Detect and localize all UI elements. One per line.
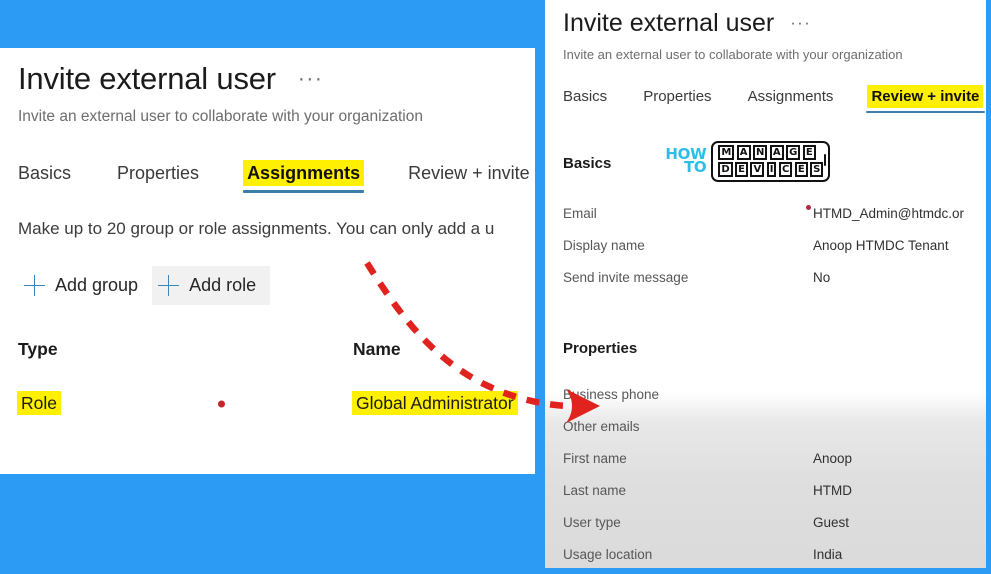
tab-assignments[interactable]: Assignments	[243, 162, 365, 194]
field-row-other-emails: Other emails	[563, 411, 986, 443]
field-value-usage-location: India	[813, 547, 843, 562]
logo-letter: D	[718, 161, 733, 177]
field-label-usage-location: Usage location	[563, 547, 653, 562]
field-row-display-name: Display name Anoop HTMDC Tenant	[563, 230, 986, 262]
add-role-button[interactable]: Add role	[152, 266, 271, 306]
field-value-user-type: Guest	[813, 515, 850, 530]
page-title: Invite external user	[563, 9, 775, 37]
overflow-menu-icon[interactable]: ···	[298, 68, 323, 89]
tab-properties[interactable]: Properties	[643, 88, 711, 113]
field-label-last-name: Last name	[563, 483, 627, 498]
logo-letter: S	[810, 161, 824, 177]
logo-letter: M	[718, 145, 735, 160]
field-row-send-invite-message: Send invite message No	[563, 262, 986, 294]
caret-dot-icon	[806, 205, 811, 210]
field-label-first-name: First name	[563, 451, 627, 466]
page-subtitle: Invite an external user to collaborate w…	[18, 108, 423, 126]
tab-review-invite-label: Review + invite	[869, 87, 982, 106]
field-label-email: Email	[563, 206, 597, 221]
field-row-usage-location: Usage location India	[563, 539, 986, 569]
logo-line-devices: D E V I C E S	[718, 161, 824, 177]
tab-review-invite[interactable]: Review + invite	[866, 87, 986, 113]
column-header-type[interactable]: Type	[18, 339, 188, 360]
logo-letter: A	[769, 145, 784, 160]
column-header-name[interactable]: Name	[353, 339, 535, 360]
column-header-spacer	[188, 339, 353, 360]
cell-type: Role	[18, 392, 188, 415]
assignments-table-header: Type Name	[18, 339, 535, 360]
screenshot-root: Invite external user ··· Invite an exter…	[0, 0, 991, 574]
field-label-send-invite-message: Send invite message	[563, 270, 689, 285]
tab-properties-label: Properties	[643, 88, 712, 105]
field-label-other-emails: Other emails	[563, 419, 640, 434]
left-invite-panel: Invite external user ··· Invite an exter…	[0, 48, 535, 474]
right-panel-header: Invite external user ···	[563, 0, 986, 38]
tab-basics-label: Basics	[563, 88, 608, 105]
field-value-send-invite-message: No	[813, 270, 831, 285]
field-label-user-type: User type	[563, 515, 621, 530]
logo-letter: E	[735, 161, 748, 177]
field-label-business-phone: Business phone	[563, 387, 660, 402]
field-label-display-name: Display name	[563, 238, 645, 253]
left-panel-header: Invite external user ···	[18, 48, 535, 97]
field-row-email: Email HTMD_Admin@htmdc.or	[563, 198, 986, 230]
tab-assignments-label: Assignments	[245, 162, 363, 185]
tab-basics[interactable]: Basics	[18, 163, 71, 193]
assignments-helper-text: Make up to 20 group or role assignments.…	[18, 219, 495, 239]
logo-word-to: TO	[683, 158, 707, 177]
logo-phone-outline-icon: M A N A G E D E V I C E S	[711, 141, 831, 182]
tab-assignments[interactable]: Assignments	[748, 88, 834, 113]
logo-howto-text: HOW TO	[665, 146, 707, 177]
logo-letter: E	[802, 145, 816, 160]
add-group-button[interactable]: Add group	[18, 266, 152, 305]
field-value-first-name: Anoop	[813, 451, 853, 466]
basics-field-list: Email HTMD_Admin@htmdc.or Display name A…	[563, 198, 986, 294]
plus-icon	[158, 275, 180, 297]
field-value-last-name: HTMD	[813, 483, 852, 498]
tab-properties-label: Properties	[117, 163, 200, 184]
table-row[interactable]: Role Global Administrator	[18, 392, 535, 415]
logo-letter: G	[786, 145, 801, 160]
section-properties-label: Properties	[563, 339, 638, 357]
add-group-label: Add group	[55, 275, 139, 296]
logo-letter: N	[753, 145, 768, 160]
right-tab-bar: Basics Properties Assignments Review + i…	[563, 85, 986, 113]
section-heading-properties: Properties	[563, 340, 986, 357]
page-subtitle: Invite an external user to collaborate w…	[563, 47, 903, 62]
cell-name-value: Global Administrator	[353, 392, 517, 415]
assignments-command-bar: Add group Add role	[18, 266, 535, 306]
tab-properties[interactable]: Properties	[117, 163, 199, 193]
right-invite-panel: Invite external user ··· Invite an exter…	[545, 0, 986, 568]
field-value-email-text: HTMD_Admin@htmdc.or	[813, 206, 964, 221]
tab-review-invite[interactable]: Review + invite	[408, 163, 530, 193]
properties-field-list: Business phone Other emails First name A…	[563, 379, 986, 569]
logo-letter: A	[736, 145, 751, 160]
field-row-first-name: First name Anoop	[563, 443, 986, 475]
field-row-business-phone: Business phone	[563, 379, 986, 411]
logo-letter: V	[750, 161, 765, 177]
section-basics-label: Basics	[563, 154, 612, 172]
section-heading-basics: Basics HOW TO M A N A G E D E V I C E S	[563, 141, 986, 184]
field-value-email: HTMD_Admin@htmdc.or	[806, 205, 986, 221]
page-title: Invite external user	[18, 61, 276, 96]
tab-basics[interactable]: Basics	[563, 88, 607, 113]
logo-line-manage: M A N A G E	[718, 145, 823, 160]
logo-letter: E	[794, 161, 808, 177]
overflow-menu-icon[interactable]: ···	[790, 14, 811, 31]
logo-letter: C	[778, 161, 793, 177]
plus-icon	[24, 275, 45, 297]
tab-review-invite-label: Review + invite	[408, 163, 530, 184]
tab-assignments-label: Assignments	[747, 88, 834, 105]
field-value-display-name: Anoop HTMDC Tenant	[813, 238, 949, 253]
cell-name: Global Administrator	[353, 392, 535, 415]
htmd-watermark-logo: HOW TO M A N A G E D E V I C E S	[665, 141, 831, 182]
add-role-label: Add role	[189, 275, 257, 296]
field-row-last-name: Last name HTMD	[563, 475, 986, 507]
cell-type-value: Role	[18, 392, 60, 415]
red-dot-icon	[218, 400, 225, 408]
field-row-user-type: User type Guest	[563, 507, 986, 539]
tab-basics-label: Basics	[18, 163, 72, 184]
left-tab-bar: Basics Properties Assignments Review + i…	[18, 159, 535, 194]
logo-letter: I	[766, 161, 777, 177]
